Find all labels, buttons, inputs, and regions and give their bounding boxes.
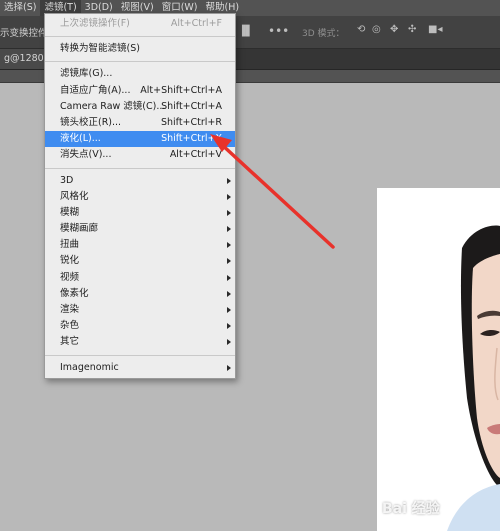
menu-item-shortcut: Alt+Shift+Ctrl+A (140, 84, 222, 96)
align-bars-icon[interactable]: ▐▌ (238, 26, 253, 38)
submenu-render[interactable]: 渲染 (45, 302, 235, 318)
menu-item-label: 扭曲 (60, 239, 80, 251)
menu-item-label: 滤镜库(G)... (60, 68, 113, 80)
submenu-arrow-icon (227, 307, 231, 313)
submenu-stylize[interactable]: 风格化 (45, 189, 235, 205)
menu-item-last-filter: 上次滤镜操作(F) Alt+Ctrl+F (45, 16, 235, 32)
menu-item-label: Camera Raw 滤镜(C)... (60, 100, 166, 112)
menu-item-label: 镜头校正(R)... (60, 116, 122, 128)
menu-item-label: 锐化 (60, 255, 80, 267)
filter-menu-dropdown: 上次滤镜操作(F) Alt+Ctrl+F 转换为智能滤镜(S) 滤镜库(G)..… (44, 13, 236, 379)
menu-item-label: Imagenomic (60, 361, 119, 373)
submenu-video[interactable]: 视频 (45, 270, 235, 286)
menu-item-label: 3D (60, 174, 74, 186)
menu-item-label: 杂色 (60, 320, 80, 332)
more-options-icon[interactable]: ••• (268, 25, 289, 37)
submenu-3d[interactable]: 3D (45, 173, 235, 189)
submenu-noise[interactable]: 杂色 (45, 318, 235, 334)
submenu-arrow-icon (227, 274, 231, 281)
submenu-arrow-icon (227, 209, 231, 216)
submenu-arrow-icon (227, 193, 231, 200)
menu-item-shortcut: Shift+Ctrl+R (160, 116, 222, 128)
slide-3d-icon[interactable]: ✣ (408, 24, 416, 36)
menu-item-label: 其它 (60, 336, 80, 348)
menu-separator (45, 167, 235, 169)
menu-item-label: 视频 (60, 271, 80, 283)
menu-item-label: 消失点(V)... (60, 149, 112, 161)
menu-item-shortcut: Shift+Ctrl+A (161, 100, 222, 112)
roll-3d-icon[interactable]: ◎ (372, 24, 381, 36)
submenu-arrow-icon (227, 226, 231, 233)
submenu-arrow-icon (227, 258, 231, 265)
scale-3d-icon[interactable]: ■◂ (428, 24, 442, 36)
menu-select[interactable]: 选择(S) (0, 0, 40, 16)
menu-item-filter-gallery[interactable]: 滤镜库(G)... (45, 66, 235, 82)
menu-item-label: 模糊画廊 (60, 223, 99, 235)
menu-item-shortcut: Shift+Ctrl+X (161, 133, 222, 145)
menu-item-label: 模糊 (60, 206, 80, 218)
document-canvas[interactable] (377, 188, 500, 531)
submenu-blur-gallery[interactable]: 模糊画廊 (45, 221, 235, 237)
submenu-arrow-icon (227, 290, 231, 297)
menu-item-label: 自适应广角(A)... (60, 84, 131, 96)
3d-mode-label: 3D 模式： (302, 29, 345, 39)
menu-item-adaptive-wide-angle[interactable]: 自适应广角(A)... Alt+Shift+Ctrl+A (45, 83, 235, 99)
submenu-arrow-icon (227, 323, 231, 330)
menu-item-label: 风格化 (60, 190, 89, 202)
menu-item-label: 液化(L)... (60, 133, 101, 145)
submenu-arrow-icon (227, 339, 231, 346)
menu-item-camera-raw[interactable]: Camera Raw 滤镜(C)... Shift+Ctrl+A (45, 99, 235, 115)
rotate-3d-icon[interactable]: ⟲ (357, 24, 365, 36)
menu-item-liquify[interactable]: 液化(L)... Shift+Ctrl+X (45, 131, 235, 148)
submenu-distort[interactable]: 扭曲 (45, 237, 235, 253)
menu-item-label: 像素化 (60, 287, 89, 299)
submenu-sharpen[interactable]: 锐化 (45, 253, 235, 269)
portrait-image (377, 188, 500, 531)
submenu-imagenomic[interactable]: Imagenomic (45, 360, 235, 376)
menu-item-shortcut: Alt+Ctrl+F (170, 18, 222, 29)
menu-item-label: 转换为智能滤镜(S) (60, 43, 140, 55)
menu-item-vanishing-point[interactable]: 消失点(V)... Alt+Ctrl+V (45, 147, 235, 163)
menu-item-convert-smart-filter[interactable]: 转换为智能滤镜(S) (45, 41, 235, 57)
menu-separator (45, 61, 235, 63)
menu-item-shortcut: Alt+Ctrl+V (169, 149, 222, 161)
watermark: Bai 经验 (382, 501, 440, 517)
submenu-pixelate[interactable]: 像素化 (45, 286, 235, 302)
drag-3d-icon[interactable]: ✥ (390, 24, 398, 36)
submenu-arrow-icon (227, 364, 231, 371)
submenu-other[interactable]: 其它 (45, 334, 235, 350)
submenu-arrow-icon (227, 177, 231, 184)
menu-separator (45, 354, 235, 356)
submenu-blur[interactable]: 模糊 (45, 205, 235, 221)
menu-item-lens-correction[interactable]: 镜头校正(R)... Shift+Ctrl+R (45, 115, 235, 131)
menu-separator (45, 36, 235, 38)
submenu-arrow-icon (227, 242, 231, 249)
show-transform-controls-label[interactable]: 示变换控件 (0, 25, 48, 39)
menu-item-label: 上次滤镜操作(F) (60, 18, 130, 29)
menu-item-label: 渲染 (60, 304, 80, 315)
